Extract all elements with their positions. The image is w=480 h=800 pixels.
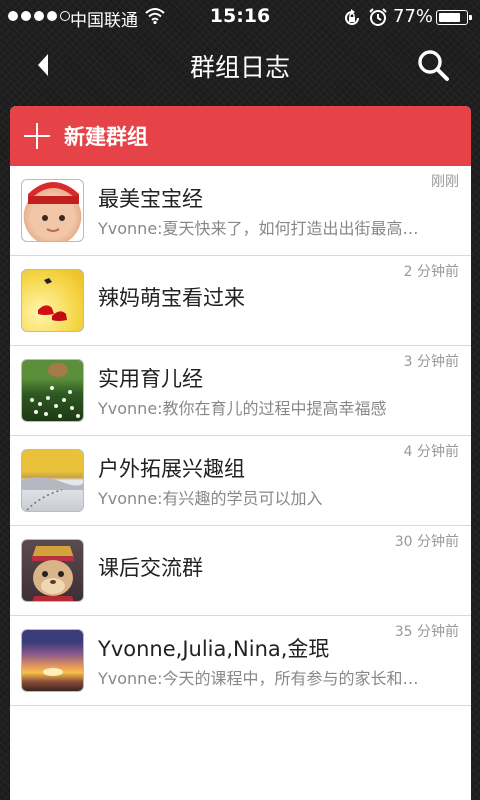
group-name: 辣妈萌宝看过来 [98, 286, 245, 310]
group-item-hot-moms[interactable]: 辣妈萌宝看过来 2 分钟前 [10, 256, 471, 346]
group-name: 课后交流群 [98, 556, 203, 580]
snow-landscape-avatar [21, 449, 84, 512]
baby-photo-avatar [21, 179, 84, 242]
group-name: 户外拓展兴趣组 [98, 457, 245, 481]
rotation-lock-icon [345, 9, 359, 25]
search-icon[interactable] [416, 48, 450, 82]
group-last-message: Yvonne:夏天快来了，如何打造出出街最高… [98, 219, 419, 238]
group-timestamp: 30 分钟前 [394, 534, 459, 550]
group-item-baby-classic[interactable]: 最美宝宝经 Yvonne:夏天快来了，如何打造出出街最高… 刚刚 [10, 166, 471, 256]
plush-toy-avatar [21, 539, 84, 602]
group-name: 实用育儿经 [98, 367, 203, 391]
group-timestamp: 3 分钟前 [403, 354, 459, 370]
flower-field-avatar [21, 359, 84, 422]
new-group-label: 新建群组 [64, 125, 148, 149]
group-timestamp: 2 分钟前 [403, 264, 459, 280]
group-last-message: Yvonne:今天的课程中，所有参与的家长和… [98, 669, 419, 688]
group-timestamp: 4 分钟前 [403, 444, 459, 460]
group-item-parenting[interactable]: 实用育儿经 Yvonne:教你在育儿的过程中提高幸福感 3 分钟前 [10, 346, 471, 436]
red-shoes-avatar [21, 269, 84, 332]
group-name: 最美宝宝经 [98, 187, 203, 211]
page-title: 群组日志 [189, 53, 290, 82]
group-item-outdoor[interactable]: 户外拓展兴趣组 Yvonne:有兴趣的学员可以加入 4 分钟前 [10, 436, 471, 526]
group-name: Yvonne,Julia,Nina,金珉 [98, 637, 330, 661]
group-timestamp: 35 分钟前 [394, 624, 459, 640]
battery-percentage: 77% [393, 6, 434, 27]
group-list: 最美宝宝经 Yvonne:夏天快来了，如何打造出出街最高… 刚刚 辣妈萌宝看过来… [10, 166, 471, 706]
group-timestamp: 刚刚 [431, 174, 459, 190]
sunset-avatar [21, 629, 84, 692]
group-last-message: Yvonne:有兴趣的学员可以加入 [98, 489, 323, 508]
status-bar: 中国联通 15:16 77% [0, 0, 480, 34]
new-group-button[interactable]: 新建群组 [10, 106, 471, 166]
group-last-message: Yvonne:教你在育儿的过程中提高幸福感 [98, 399, 387, 418]
alarm-icon [369, 8, 387, 26]
group-item-yvonne-julia-nina[interactable]: Yvonne,Julia,Nina,金珉 Yvonne:今天的课程中，所有参与的… [10, 616, 471, 706]
group-list-card: 新建群组 最美宝宝经 Yvonne:夏天快来了，如何打造出出街最高… 刚刚 辣妈… [10, 106, 471, 800]
navigation-bar: 群组日志 [0, 34, 480, 96]
group-item-after-class[interactable]: 课后交流群 30 分钟前 [10, 526, 471, 616]
battery-icon [436, 10, 472, 25]
plus-icon [24, 123, 50, 149]
